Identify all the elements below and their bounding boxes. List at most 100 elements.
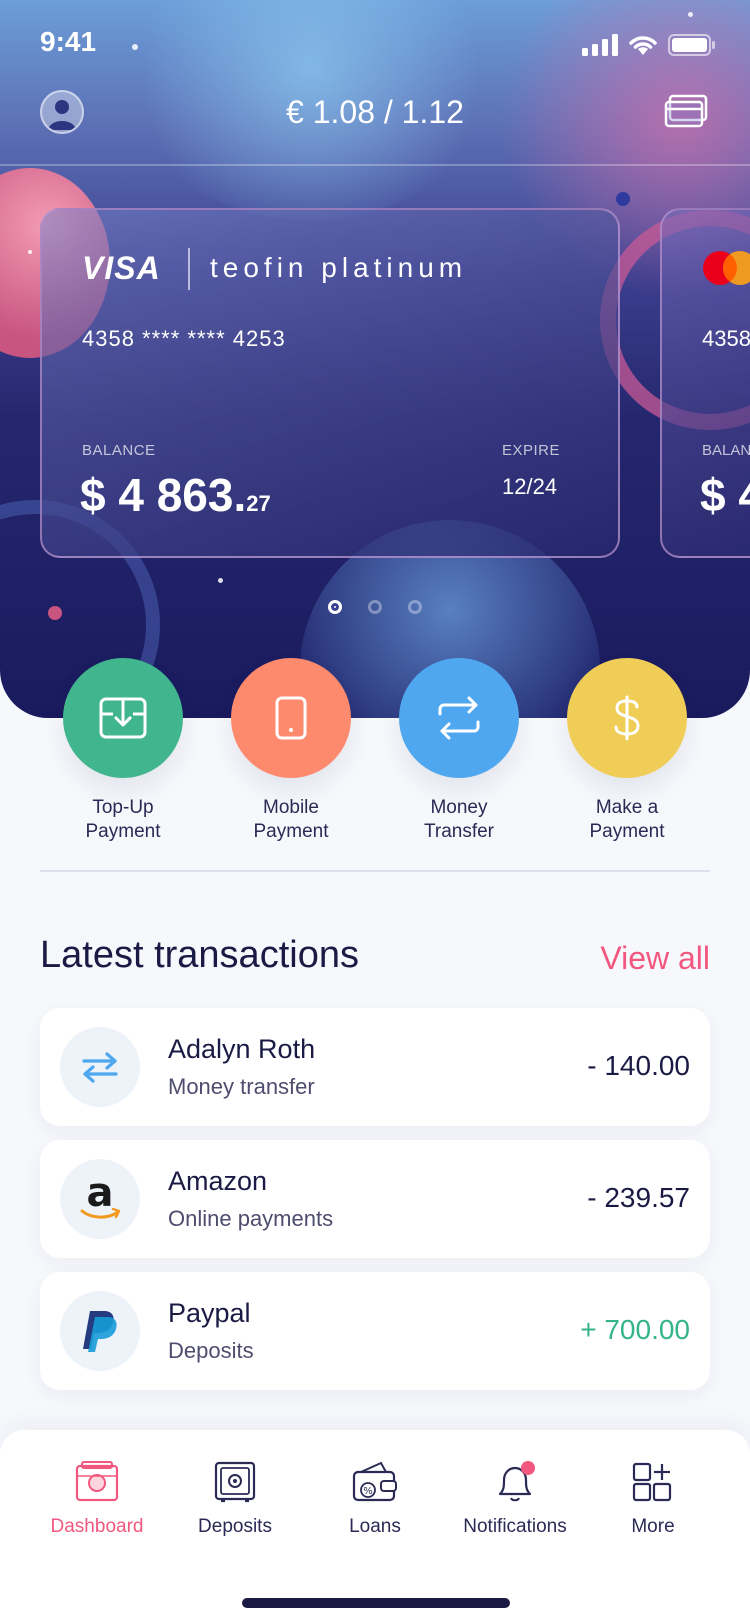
transaction-row[interactable]: Paypal Deposits + 700.00 [40,1272,710,1390]
card-pager [0,600,750,614]
transaction-amount: - 239.57 [587,1182,690,1213]
top-up-icon [99,697,147,739]
pager-dot[interactable] [328,600,342,614]
tab-dashboard[interactable]: Dashboard [22,1460,172,1538]
expire-date: 12/24 [502,474,558,499]
label-line: Transfer [423,821,495,842]
balance-label: BALAN [702,442,750,459]
pager-dot[interactable] [408,600,422,614]
transaction-row[interactable]: Adalyn Roth Money transfer - 140.00 [40,1008,710,1126]
visa-logo: VISA [82,250,161,286]
dollar-icon [614,695,640,741]
transaction-icon [60,1027,140,1107]
action-label: Money Transfer [424,796,494,844]
tab-deposits[interactable]: Deposits [160,1460,310,1538]
mobile-icon [275,696,307,740]
tab-label: More [631,1516,675,1537]
transaction-icon [60,1291,140,1371]
cards-icon [664,94,708,128]
card-divider [188,248,190,290]
card-number: 4358 **** **** 4253 [82,326,286,351]
tab-bar: Dashboard Deposits % Loans Notifications [0,1430,750,1624]
status-time: 9:41 [40,26,97,57]
notification-badge [521,1461,535,1475]
tab-label: Dashboard [50,1516,144,1537]
section-divider [40,870,710,872]
action-label: Make a Payment [590,796,665,844]
tab-label: Loans [349,1516,401,1537]
action-circle[interactable] [567,658,687,778]
transfer-icon [438,696,480,740]
card-number: 4358 [702,326,750,351]
pager-dot[interactable] [368,600,382,614]
wifi-icon [629,36,657,55]
mobile-payment-button[interactable]: Mobile Payment [208,658,374,844]
bell-icon [498,1461,535,1502]
amazon-logo-icon: a [80,1171,121,1219]
wallet-icon: % [352,1461,397,1502]
tab-more[interactable]: More [578,1460,728,1538]
status-bar: 9:41 [0,0,750,90]
label-line: Make a [595,797,659,818]
paypal-logo-icon [83,1311,117,1352]
transaction-icon: a [60,1159,140,1239]
make-payment-button[interactable]: Make a Payment [544,658,710,844]
transaction-type: Money transfer [168,1074,315,1099]
mastercard-card[interactable]: 4358 BALAN $ 4 [660,208,750,558]
balance-cents: 27 [246,491,271,516]
hero-header: 9:41 € 1.08 / 1.12 VISA teofin platinum … [0,0,750,718]
cards-button[interactable] [664,94,708,132]
action-circle[interactable] [399,658,519,778]
status-icons [582,34,716,56]
transaction-name: Amazon [168,1166,268,1196]
grid-plus-icon [632,1462,672,1502]
transfer-icon [82,1052,118,1083]
top-up-payment-button[interactable]: Top-Up Payment [40,658,206,844]
label-line: Top-Up [92,797,154,818]
label-line: Payment [85,821,161,842]
transaction-amount: + 700.00 [580,1314,690,1345]
star [28,250,32,254]
money-transfer-button[interactable]: Money Transfer [376,658,542,844]
action-circle[interactable] [63,658,183,778]
exchange-rate: € 1.08 / 1.12 [286,94,464,130]
battery-icon [668,34,715,56]
action-circle[interactable] [231,658,351,778]
action-label: Top-Up Payment [86,796,161,844]
transaction-amount: - 140.00 [587,1050,690,1081]
home-indicator [242,1598,510,1608]
transaction-name: Paypal [168,1298,251,1328]
safe-icon [214,1461,256,1503]
visa-card[interactable]: VISA teofin platinum 4358 **** **** 4253… [40,208,620,558]
svg-text:%: % [363,1486,373,1497]
quick-actions: Top-Up Payment Mobile Payment Money Transfe… [40,658,710,844]
card-balance: $ 4 863.27 [80,468,271,522]
mastercard-logo-icon [703,251,750,285]
label-line: Payment [253,821,329,842]
top-bar: € 1.08 / 1.12 [0,90,750,166]
label-line: Mobile [263,797,319,818]
label-line: Payment [589,821,665,842]
balance-main: $ 4 863. [80,469,247,521]
transaction-type: Online payments [168,1206,334,1231]
tab-label: Notifications [463,1516,567,1537]
transaction-name: Adalyn Roth [168,1034,316,1064]
decorative-dot [616,192,630,206]
label-line: Money [430,797,488,818]
balance-label: BALANCE [82,442,156,459]
expire-label: EXPIRE [502,442,561,459]
card-name: teofin platinum [210,252,468,283]
star [218,578,223,583]
card-balance: $ 4 [700,469,750,521]
action-label: Mobile Payment [254,796,329,844]
section-title: Latest transactions [40,934,359,976]
transaction-type: Deposits [168,1338,254,1363]
signal-icon [582,34,618,56]
transaction-row[interactable]: a Amazon Online payments - 239.57 [40,1140,710,1258]
tab-loans[interactable]: % Loans [300,1460,450,1538]
dashboard-icon [75,1461,119,1502]
view-all-link[interactable]: View all [600,940,710,977]
tab-label: Deposits [198,1516,272,1537]
svg-text:a: a [87,1171,114,1216]
tab-notifications[interactable]: Notifications [440,1460,590,1538]
